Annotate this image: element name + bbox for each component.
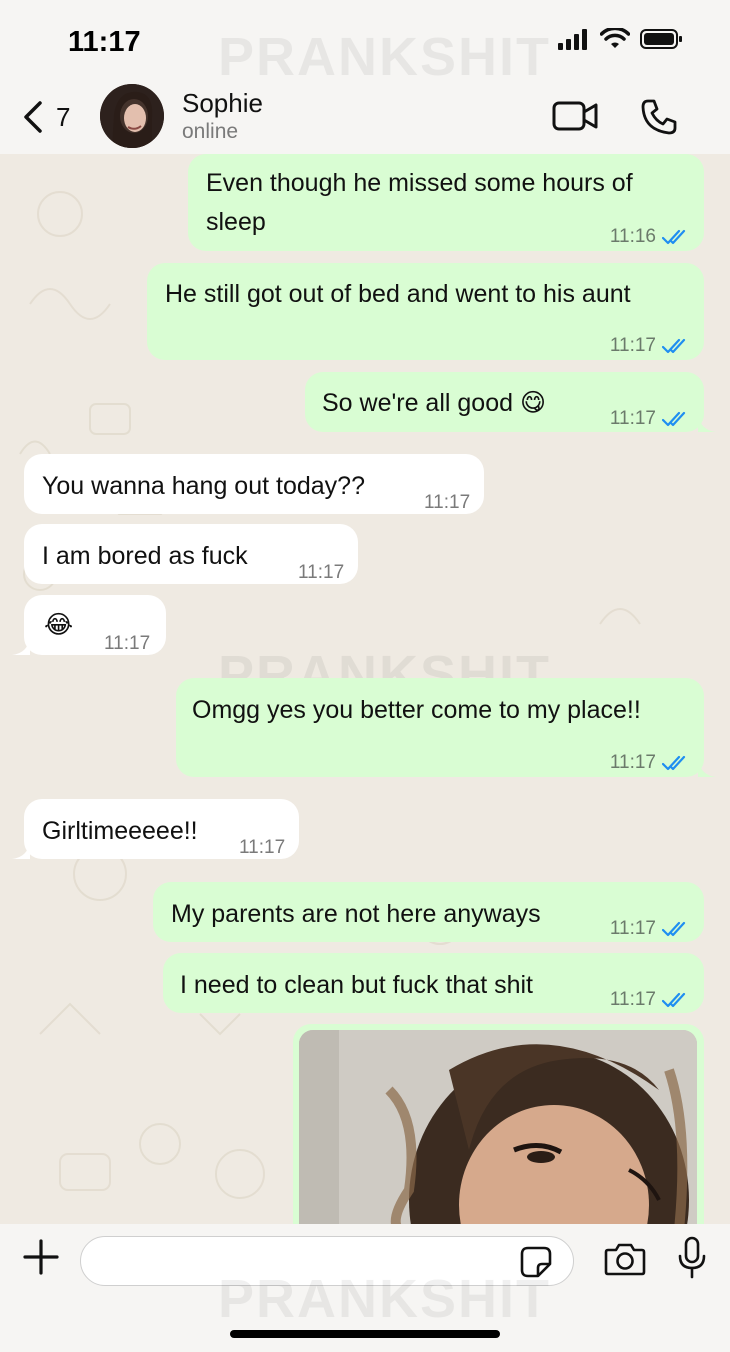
watermark-top: PRANKSHIT: [218, 27, 552, 87]
message-time: 11:17: [104, 633, 151, 654]
message-bubble-outgoing[interactable]: Omgg yes you better come to my place!! 1…: [176, 678, 716, 777]
message-time: 11:16: [609, 226, 656, 247]
message-time: 11:17: [609, 408, 656, 429]
message-meta: 11:17: [610, 910, 688, 948]
message-meta: 11:16: [610, 218, 688, 256]
message-text: Even though he missed some hours of: [206, 169, 633, 197]
microphone-icon[interactable]: [676, 1236, 708, 1280]
chat-header: 7 Sophie online: [0, 82, 730, 154]
bubble-tail: [12, 841, 30, 859]
message-meta: 11:17: [610, 744, 688, 782]
double-check-icon: [662, 755, 686, 771]
message-text: Omgg yes you better come to my place!!: [192, 696, 641, 724]
double-check-icon: [662, 921, 686, 937]
double-check-icon: [662, 338, 686, 354]
message-text: I need to clean but fuck that shit: [180, 971, 534, 999]
chevron-left-icon: [24, 101, 42, 133]
phone-call-icon[interactable]: [640, 98, 678, 136]
message-text: Girltimeeeee!!: [42, 817, 198, 845]
message-time: 11:17: [609, 752, 656, 773]
double-check-icon: [662, 411, 686, 427]
message-text: You wanna hang out today??: [42, 472, 365, 500]
message-meta: 11:17: [298, 554, 344, 592]
message-meta: 11:17: [424, 484, 470, 522]
status-bar: 11:17 PRANKSHIT: [0, 0, 730, 87]
chat-area[interactable]: PRANKSHIT Even though he missed some hou…: [0, 154, 730, 1224]
avatar[interactable]: [100, 84, 164, 148]
message-text: He still got out of bed and went to his …: [165, 280, 631, 308]
message-emoji: 😂: [44, 611, 74, 639]
video-call-icon[interactable]: [552, 100, 600, 132]
status-time: 11:17: [68, 26, 141, 58]
message-bubble-incoming[interactable]: 😂 11:17: [12, 595, 166, 655]
photo-content: [299, 1030, 697, 1224]
message-text: My parents are not here anyways: [171, 900, 541, 928]
contact-name[interactable]: Sophie: [182, 88, 263, 119]
photo-message-image[interactable]: [299, 1030, 697, 1224]
unread-count: 7: [56, 101, 71, 132]
message-bubble-outgoing[interactable]: So we're all good 😋 11:17: [305, 372, 716, 432]
wifi-icon: [600, 28, 630, 48]
message-time: 11:17: [609, 989, 656, 1010]
message-text: I am bored as fuck: [42, 542, 248, 570]
message-bubble-outgoing[interactable]: My parents are not here anyways 11:17: [153, 882, 704, 942]
message-time: 11:17: [424, 492, 471, 513]
message-text: So we're all good 😋: [322, 389, 547, 417]
message-bubble-incoming[interactable]: You wanna hang out today?? 11:17: [24, 454, 484, 514]
message-bubble-outgoing[interactable]: I need to clean but fuck that shit 11:17: [163, 953, 704, 1013]
message-meta: 11:17: [610, 327, 688, 365]
message-time: 11:17: [298, 562, 345, 583]
plus-icon[interactable]: [22, 1238, 60, 1276]
message-meta: 11:17: [610, 981, 688, 1019]
back-button[interactable]: 7: [22, 100, 70, 134]
double-check-icon: [662, 992, 686, 1008]
message-time: 11:17: [239, 837, 286, 858]
bubble-tail: [12, 637, 30, 655]
watermark-bottom: PRANKSHIT: [218, 1269, 552, 1329]
avatar-image: [100, 84, 164, 148]
message-bubble-outgoing[interactable]: He still got out of bed and went to his …: [147, 263, 704, 360]
bubble-tail: [698, 414, 716, 432]
signal-icon: [558, 29, 587, 50]
battery-icon: [640, 29, 682, 49]
camera-icon[interactable]: [604, 1242, 646, 1276]
message-time: 11:17: [609, 918, 656, 939]
contact-status: online: [182, 120, 239, 143]
home-indicator[interactable]: [230, 1330, 500, 1338]
message-meta: 11:17: [610, 400, 688, 438]
message-bubble-incoming[interactable]: I am bored as fuck 11:17: [24, 524, 358, 584]
status-icons: [558, 28, 684, 50]
message-meta: 11:17: [104, 625, 150, 663]
message-bubble-outgoing[interactable]: Even though he missed some hours of slee…: [188, 154, 704, 251]
message-time: 11:17: [609, 335, 656, 356]
message-text: sleep: [206, 208, 266, 236]
double-check-icon: [662, 229, 686, 245]
message-bubble-incoming[interactable]: Girltimeeeee!! 11:17: [12, 799, 299, 859]
bubble-tail: [698, 759, 716, 777]
message-meta: 11:17: [239, 829, 285, 867]
